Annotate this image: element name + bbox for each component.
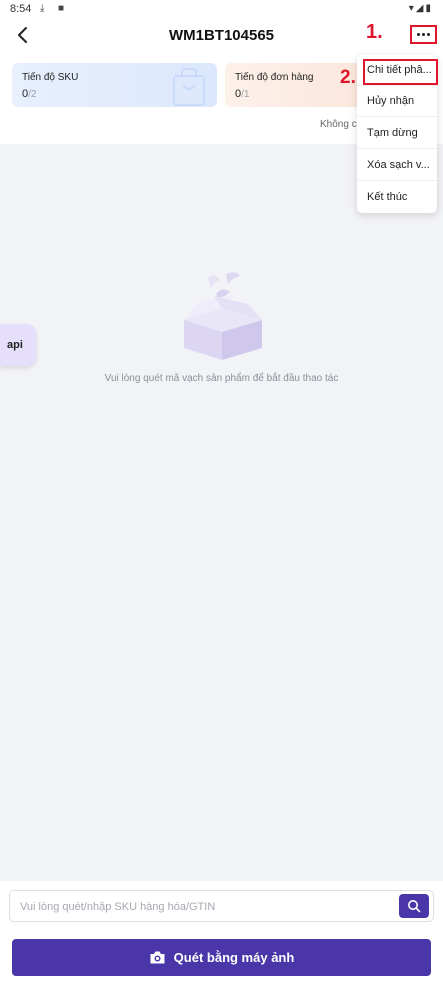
more-horizontal-icon [417,33,420,36]
scan-camera-button[interactable]: Quét bằng máy ảnh [12,939,431,976]
order-total: /1 [241,89,250,100]
empty-state-message: Vui lòng quét mã vạch sản phẩm để bắt đầ… [104,373,339,384]
menu-item-clear[interactable]: Xóa sạch v... [357,150,437,181]
camera-icon [150,951,165,964]
search-button[interactable] [399,894,429,918]
shopping-bag-icon [173,68,205,106]
download-icon: ⤓ [40,3,45,14]
status-time: 8:54 [10,3,32,15]
more-dot [427,33,430,36]
api-floating-button[interactable]: api [0,324,36,366]
order-progress-label: Tiến độ đơn hàng [235,72,314,83]
a-icon: ■ [58,3,65,14]
search-bar [9,890,434,922]
annotation-step-2: 2. [340,67,356,88]
annotation-highlight-box [363,59,438,85]
annotation-step-1: 1. [366,21,383,43]
menu-item-finish[interactable]: Kết thúc [357,182,437,213]
order-progress-value: 0/1 [235,88,249,100]
empty-box-icon [184,272,262,360]
sku-progress-label: Tiến độ SKU [22,72,79,83]
sku-search-input[interactable] [20,898,390,916]
scan-button-label: Quét bằng máy ảnh [173,950,295,965]
menu-item-pause[interactable]: Tạm dừng [357,118,437,149]
status-bar: 8:54 ⤓ ■ ▾◢▮ [0,0,443,18]
sku-progress-card[interactable]: Tiến độ SKU 0/2 [12,63,217,107]
sku-progress-value: 0/2 [22,88,36,100]
more-button[interactable] [410,25,437,44]
more-dot [422,33,425,36]
menu-item-cancel-receipt[interactable]: Hủy nhận [357,86,437,117]
status-right-icons: ▾◢▮ [408,3,433,14]
search-icon [408,900,421,913]
sku-total: /2 [28,89,37,100]
bottom-bar: Quét bằng máy ảnh [0,881,443,985]
status-text: Không c [320,119,357,130]
